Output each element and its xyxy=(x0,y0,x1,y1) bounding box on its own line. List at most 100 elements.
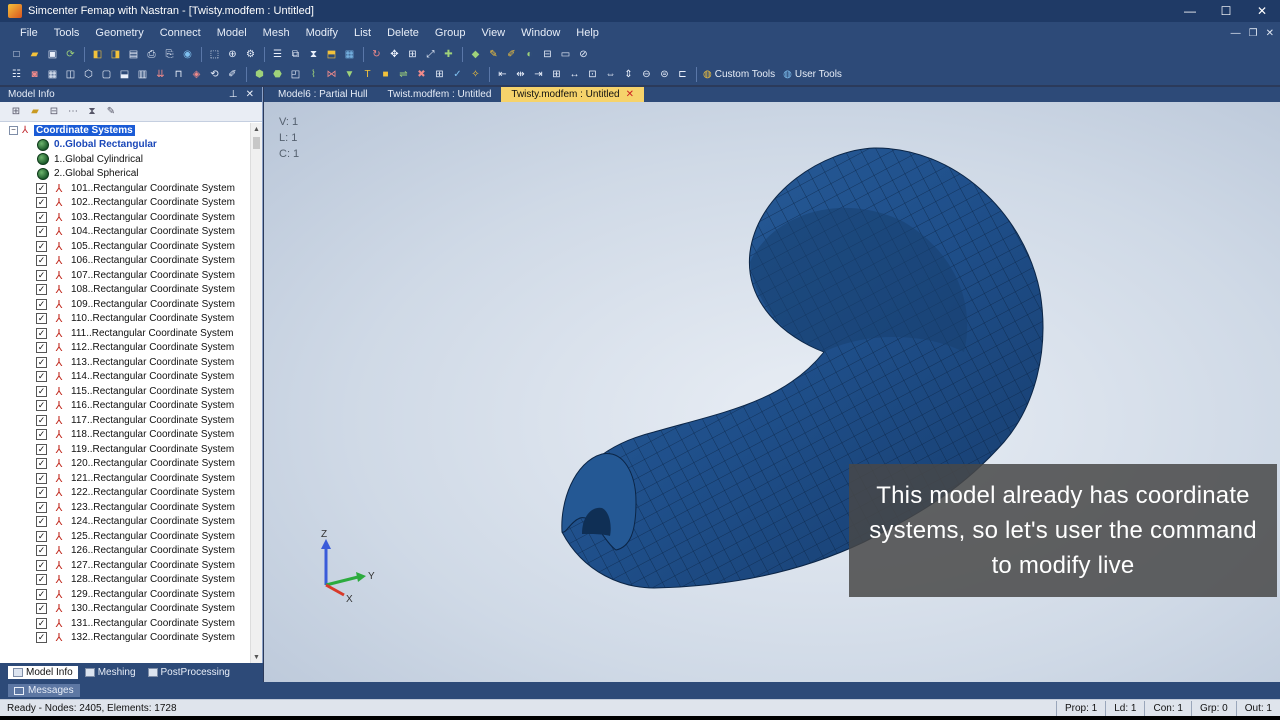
collapse-toggle-icon[interactable]: − xyxy=(9,125,18,135)
tree-global-item[interactable]: 0..Global Rectangular xyxy=(0,138,250,153)
window-icon[interactable]: ▭ xyxy=(557,47,574,63)
collapse-icon[interactable]: ⇕ xyxy=(620,67,637,83)
new-file-icon[interactable]: □ xyxy=(8,47,25,63)
material-icon[interactable]: ⬡ xyxy=(80,67,97,83)
tree-root-label[interactable]: Coordinate Systems xyxy=(34,124,135,136)
visibility-checkbox[interactable]: ✓ xyxy=(36,371,47,383)
check-icon[interactable]: ✓ xyxy=(449,67,466,83)
tree-root-row[interactable]: − ⅄ Coordinate Systems xyxy=(0,123,250,138)
custom-tools-menu[interactable]: ◍ Custom Tools xyxy=(703,69,775,80)
visibility-checkbox[interactable]: ✓ xyxy=(36,487,47,499)
tab-postprocessing[interactable]: PostProcessing xyxy=(143,666,235,679)
view-options-icon[interactable]: ⚙ xyxy=(242,47,259,63)
expand-all-icon[interactable]: ⊞ xyxy=(8,105,24,119)
property-icon[interactable]: ▢ xyxy=(98,67,115,83)
refresh-icon[interactable]: ⟲ xyxy=(206,67,223,83)
visibility-checkbox[interactable]: ✓ xyxy=(36,501,47,513)
entity-select-icon[interactable]: ⬒ xyxy=(323,47,340,63)
tree-cs-item[interactable]: ✓ ⅄ 101..Rectangular Coordinate System xyxy=(0,181,250,196)
grid-icon[interactable]: ▦ xyxy=(44,67,61,83)
select-box-icon[interactable]: ⬚ xyxy=(206,47,223,63)
view-select-icon[interactable]: ⊞ xyxy=(404,47,421,63)
mesh-zoom-icon[interactable]: ◰ xyxy=(287,67,304,83)
layout-icon[interactable]: ▤ xyxy=(125,47,142,63)
menu-help[interactable]: Help xyxy=(568,22,607,44)
filter-icon[interactable]: ⧗ xyxy=(305,47,322,63)
delete-mesh-icon[interactable]: ✖ xyxy=(413,67,430,83)
pan-icon[interactable]: ✥ xyxy=(386,47,403,63)
folder-icon[interactable]: ▰ xyxy=(27,105,43,119)
layer-icon[interactable]: ▥ xyxy=(134,67,151,83)
status-prop[interactable]: Prop: 1 xyxy=(1055,700,1105,716)
tree-global-item[interactable]: 2..Global Spherical xyxy=(0,167,250,182)
menu-tools[interactable]: Tools xyxy=(46,22,88,44)
list-icon[interactable]: ☰ xyxy=(269,47,286,63)
tree-cs-item[interactable]: ✓ ⅄ 113..Rectangular Coordinate System xyxy=(0,355,250,370)
solid-icon[interactable]: ■ xyxy=(377,67,394,83)
tree-edit-icon[interactable]: ✎ xyxy=(103,105,119,119)
tree-cs-item[interactable]: ✓ ⅄ 129..Rectangular Coordinate System xyxy=(0,587,250,602)
status-output[interactable]: Out: 1 xyxy=(1235,700,1280,716)
menu-connect[interactable]: Connect xyxy=(152,22,209,44)
print-icon[interactable]: ⎘ xyxy=(161,47,178,63)
tree-cs-item[interactable]: ✓ ⅄ 119..Rectangular Coordinate System xyxy=(0,442,250,457)
table-grid-icon[interactable]: ⊞ xyxy=(548,67,565,83)
visibility-checkbox[interactable]: ✓ xyxy=(36,313,47,325)
visibility-checkbox[interactable]: ✓ xyxy=(36,298,47,310)
visibility-checkbox[interactable]: ✓ xyxy=(36,429,47,441)
tree-cs-item[interactable]: ✓ ⅄ 104..Rectangular Coordinate System xyxy=(0,225,250,240)
measure-icon[interactable]: ⊡ xyxy=(584,67,601,83)
tree-cs-item[interactable]: ✓ ⅄ 108..Rectangular Coordinate System xyxy=(0,283,250,298)
snap-icon[interactable]: ✚ xyxy=(440,47,457,63)
tree-cs-item[interactable]: ✓ ⅄ 103..Rectangular Coordinate System xyxy=(0,210,250,225)
doc-tab-twist[interactable]: Twist.modfem : Untitled xyxy=(377,87,501,102)
close-button[interactable]: ✕ xyxy=(1244,0,1280,22)
align-right-icon[interactable]: ⇥ xyxy=(530,67,547,83)
visibility-checkbox[interactable]: ✓ xyxy=(36,516,47,528)
wand-icon[interactable]: ✧ xyxy=(467,67,484,83)
tab-meshing[interactable]: Meshing xyxy=(80,666,141,679)
table-icon[interactable]: ⊟ xyxy=(539,47,556,63)
tree-cs-item[interactable]: ✓ ⅄ 110..Rectangular Coordinate System xyxy=(0,312,250,327)
visibility-checkbox[interactable]: ✓ xyxy=(36,545,47,557)
menu-model[interactable]: Model xyxy=(209,22,255,44)
clip-icon[interactable]: ⊜ xyxy=(656,67,673,83)
tree-options-icon[interactable]: ⋯ xyxy=(65,105,81,119)
pencil-icon[interactable]: ✎ xyxy=(485,47,502,63)
tree-cs-item[interactable]: ✓ ⅄ 107..Rectangular Coordinate System xyxy=(0,268,250,283)
scroll-down-icon[interactable]: ▼ xyxy=(251,651,262,663)
render-icon[interactable]: ◉ xyxy=(179,47,196,63)
tree-cs-item[interactable]: ✓ ⅄ 115..Rectangular Coordinate System xyxy=(0,384,250,399)
visibility-checkbox[interactable]: ✓ xyxy=(36,342,47,354)
close-tab-icon[interactable]: ✕ xyxy=(626,87,634,102)
tree-cs-item[interactable]: ✓ ⅄ 130..Rectangular Coordinate System xyxy=(0,602,250,617)
menu-window[interactable]: Window xyxy=(513,22,568,44)
group-icon[interactable]: ⬓ xyxy=(116,67,133,83)
tab-model-info[interactable]: Model Info xyxy=(8,666,78,679)
snapshot-icon[interactable]: ⎙ xyxy=(143,47,160,63)
menu-list[interactable]: List xyxy=(346,22,379,44)
save-icon[interactable]: ▣ xyxy=(44,47,61,63)
visibility-checkbox[interactable]: ✓ xyxy=(36,211,47,223)
visibility-checkbox[interactable]: ✓ xyxy=(36,255,47,267)
doc-tab-twisty[interactable]: Twisty.modfem : Untitled ✕ xyxy=(501,87,644,102)
tree-cs-item[interactable]: ✓ ⅄ 102..Rectangular Coordinate System xyxy=(0,196,250,211)
tree-cs-item[interactable]: ✓ ⅄ 127..Rectangular Coordinate System xyxy=(0,558,250,573)
sketch-icon[interactable]: ✐ xyxy=(224,67,241,83)
visibility-checkbox[interactable]: ✓ xyxy=(36,269,47,281)
list-view-icon[interactable]: ☷ xyxy=(8,67,25,83)
rotate-icon[interactable]: ↻ xyxy=(368,47,385,63)
tree-cs-item[interactable]: ✓ ⅄ 117..Rectangular Coordinate System xyxy=(0,413,250,428)
mesh-select-icon[interactable]: ▦ xyxy=(341,47,358,63)
messages-tab[interactable]: Messages xyxy=(8,684,80,697)
visibility-checkbox[interactable]: ✓ xyxy=(36,356,47,368)
menu-file[interactable]: File xyxy=(12,22,46,44)
mesh-refine-icon[interactable]: ⬣ xyxy=(269,67,286,83)
tree-cs-item[interactable]: ✓ ⅄ 114..Rectangular Coordinate System xyxy=(0,370,250,385)
open-file-icon[interactable]: ▰ xyxy=(26,47,43,63)
tree-cs-item[interactable]: ✓ ⅄ 124..Rectangular Coordinate System xyxy=(0,515,250,530)
element-icon[interactable]: ◫ xyxy=(62,67,79,83)
align-center-icon[interactable]: ⇹ xyxy=(512,67,529,83)
tree-cs-item[interactable]: ✓ ⅄ 125..Rectangular Coordinate System xyxy=(0,529,250,544)
menu-modify[interactable]: Modify xyxy=(298,22,346,44)
